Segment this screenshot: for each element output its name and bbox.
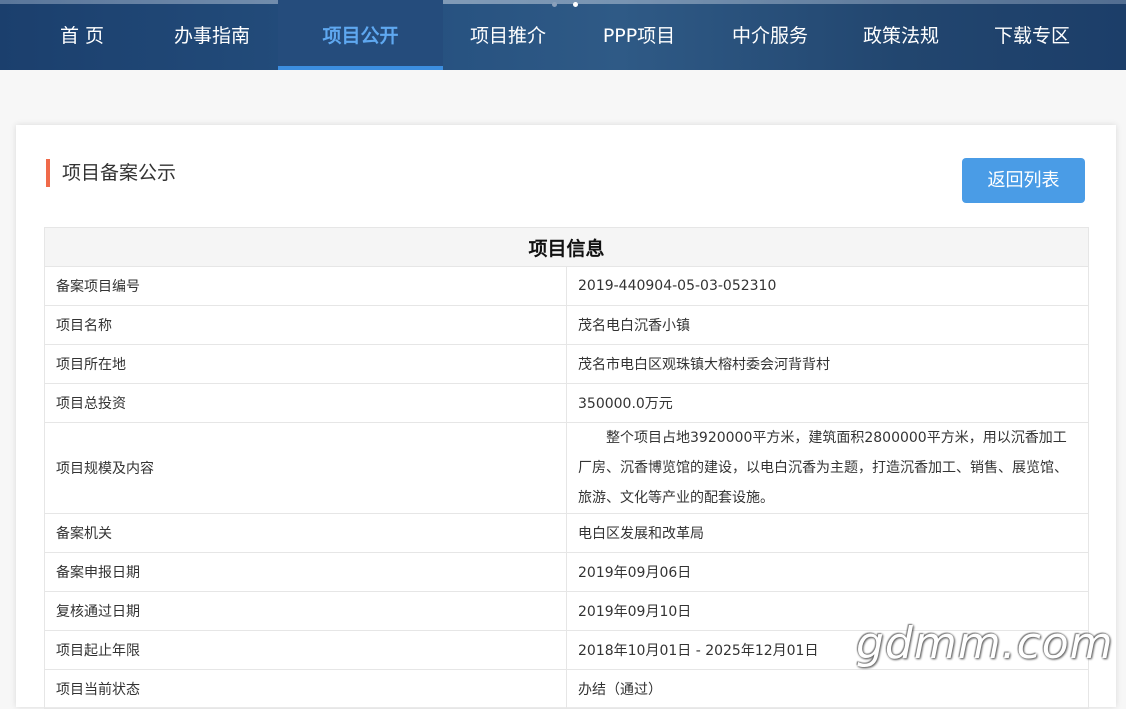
table-row: 项目名称 茂名电白沉香小镇: [44, 305, 1089, 345]
table-row: 项目当前状态 办结（通过）: [44, 669, 1089, 709]
row-value: 整个项目占地3920000平方米，建筑面积2800000平方米，用以沉香加工厂房…: [566, 422, 1089, 514]
nav-item-agency[interactable]: 中介服务: [715, 0, 825, 70]
section-title: 项目备案公示: [46, 159, 176, 187]
table-row: 项目总投资 350000.0万元: [44, 383, 1089, 423]
row-value: 2019-440904-05-03-052310: [566, 266, 1089, 306]
carousel-dot-active[interactable]: [573, 2, 578, 7]
row-label: 备案机关: [44, 513, 567, 553]
table-row: 项目所在地 茂名市电白区观珠镇大榕村委会河背背村: [44, 344, 1089, 384]
nav-item-project-disclosure[interactable]: 项目公开: [278, 0, 443, 70]
row-value: 电白区发展和改革局: [566, 513, 1089, 553]
nav-item-downloads[interactable]: 下载专区: [977, 0, 1087, 70]
nav-item-home[interactable]: 首 页: [27, 0, 137, 70]
table-row: 项目规模及内容 整个项目占地3920000平方米，建筑面积2800000平方米，…: [44, 422, 1089, 514]
table-row: 备案机关 电白区发展和改革局: [44, 513, 1089, 553]
row-label: 复核通过日期: [44, 591, 567, 631]
table-row: 备案项目编号 2019-440904-05-03-052310: [44, 266, 1089, 306]
table-row: 备案申报日期 2019年09月06日: [44, 552, 1089, 592]
row-label: 项目所在地: [44, 344, 567, 384]
row-value: 2019年09月06日: [566, 552, 1089, 592]
row-label: 项目当前状态: [44, 669, 567, 709]
nav-item-ppp[interactable]: PPP项目: [584, 0, 694, 70]
top-navigation-bar: 首 页 办事指南 项目公开 项目推介 PPP项目 中介服务 政策法规 下载专区: [0, 0, 1126, 70]
site-watermark: gdmm.com: [856, 618, 1114, 669]
back-to-list-button[interactable]: 返回列表: [962, 158, 1085, 203]
row-label: 备案申报日期: [44, 552, 567, 592]
row-value: 茂名市电白区观珠镇大榕村委会河背背村: [566, 344, 1089, 384]
nav-item-project-promotion[interactable]: 项目推介: [453, 0, 563, 70]
row-label: 项目名称: [44, 305, 567, 345]
nav-item-guide[interactable]: 办事指南: [157, 0, 267, 70]
nav-item-policy[interactable]: 政策法规: [846, 0, 956, 70]
row-label: 项目规模及内容: [44, 422, 567, 514]
row-label: 项目总投资: [44, 383, 567, 423]
row-value: 茂名电白沉香小镇: [566, 305, 1089, 345]
row-label: 项目起止年限: [44, 630, 567, 670]
table-header: 项目信息: [44, 227, 1089, 267]
row-value: 办结（通过）: [566, 669, 1089, 709]
row-value: 350000.0万元: [566, 383, 1089, 423]
row-label: 备案项目编号: [44, 266, 567, 306]
